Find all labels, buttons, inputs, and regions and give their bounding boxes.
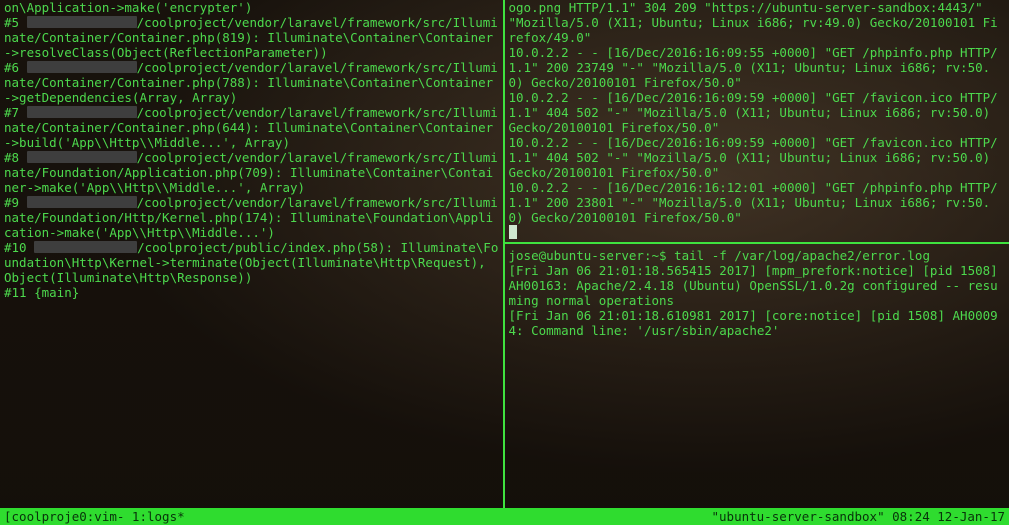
stacktrace-line: #6 /coolproject/vendor/laravel/framework…	[4, 60, 499, 105]
redacted-path	[34, 241, 137, 253]
pane-right: ogo.png HTTP/1.1" 304 209 "https://ubunt…	[505, 0, 1009, 508]
prompt-user-host: jose@ubuntu-server	[509, 248, 644, 263]
accesslog-line: 10.0.2.2 - - [16/Dec/2016:16:09:55 +0000…	[509, 45, 1006, 90]
redacted-path	[27, 151, 137, 163]
redacted-path	[27, 16, 137, 28]
errorlog-line: [Fri Jan 06 21:01:18.610981 2017] [core:…	[509, 308, 1006, 338]
tmux-statusbar: [coolproje0:vim- 1:logs* "ubuntu-server-…	[0, 508, 1009, 525]
shell-prompt-line[interactable]: jose@ubuntu-server:~$ tail -f /var/log/a…	[509, 248, 1006, 263]
pane-right-top-accesslog[interactable]: ogo.png HTTP/1.1" 304 209 "https://ubunt…	[509, 0, 1006, 242]
accesslog-line: 10.0.2.2 - - [16/Dec/2016:16:12:01 +0000…	[509, 180, 1006, 225]
stacktrace-line: #5 /coolproject/vendor/laravel/framework…	[4, 15, 499, 60]
stacktrace-line: #10 /coolproject/public/index.php(58): I…	[4, 240, 499, 285]
pane-right-bottom-errorlog[interactable]: jose@ubuntu-server:~$ tail -f /var/log/a…	[509, 244, 1006, 508]
stacktrace-line: #11 {main}	[4, 285, 499, 300]
tmux-panes: on\Application->make('encrypter')#5 /coo…	[0, 0, 1009, 508]
redacted-path	[27, 106, 137, 118]
accesslog-line: ogo.png HTTP/1.1" 304 209 "https://ubunt…	[509, 0, 1006, 45]
stacktrace-line: on\Application->make('encrypter')	[4, 0, 499, 15]
redacted-path	[27, 61, 137, 73]
errorlog-line: [Fri Jan 06 21:01:18.565415 2017] [mpm_p…	[509, 263, 1006, 308]
statusbar-left: [coolproje0:vim- 1:logs*	[4, 509, 712, 524]
statusbar-right: "ubuntu-server-sandbox" 08:24 12-Jan-17	[712, 509, 1006, 524]
stacktrace-line: #9 /coolproject/vendor/laravel/framework…	[4, 195, 499, 240]
shell-command: tail -f /var/log/apache2/error.log	[674, 248, 930, 263]
redacted-path	[27, 196, 137, 208]
prompt-path: ~	[652, 248, 660, 263]
stacktrace-line: #7 /coolproject/vendor/laravel/framework…	[4, 105, 499, 150]
pane-left-stacktrace[interactable]: on\Application->make('encrypter')#5 /coo…	[0, 0, 505, 508]
accesslog-line: 10.0.2.2 - - [16/Dec/2016:16:09:59 +0000…	[509, 90, 1006, 135]
stacktrace-line: #8 /coolproject/vendor/laravel/framework…	[4, 150, 499, 195]
accesslog-line: 10.0.2.2 - - [16/Dec/2016:16:09:59 +0000…	[509, 135, 1006, 180]
cursor-icon	[509, 225, 517, 239]
